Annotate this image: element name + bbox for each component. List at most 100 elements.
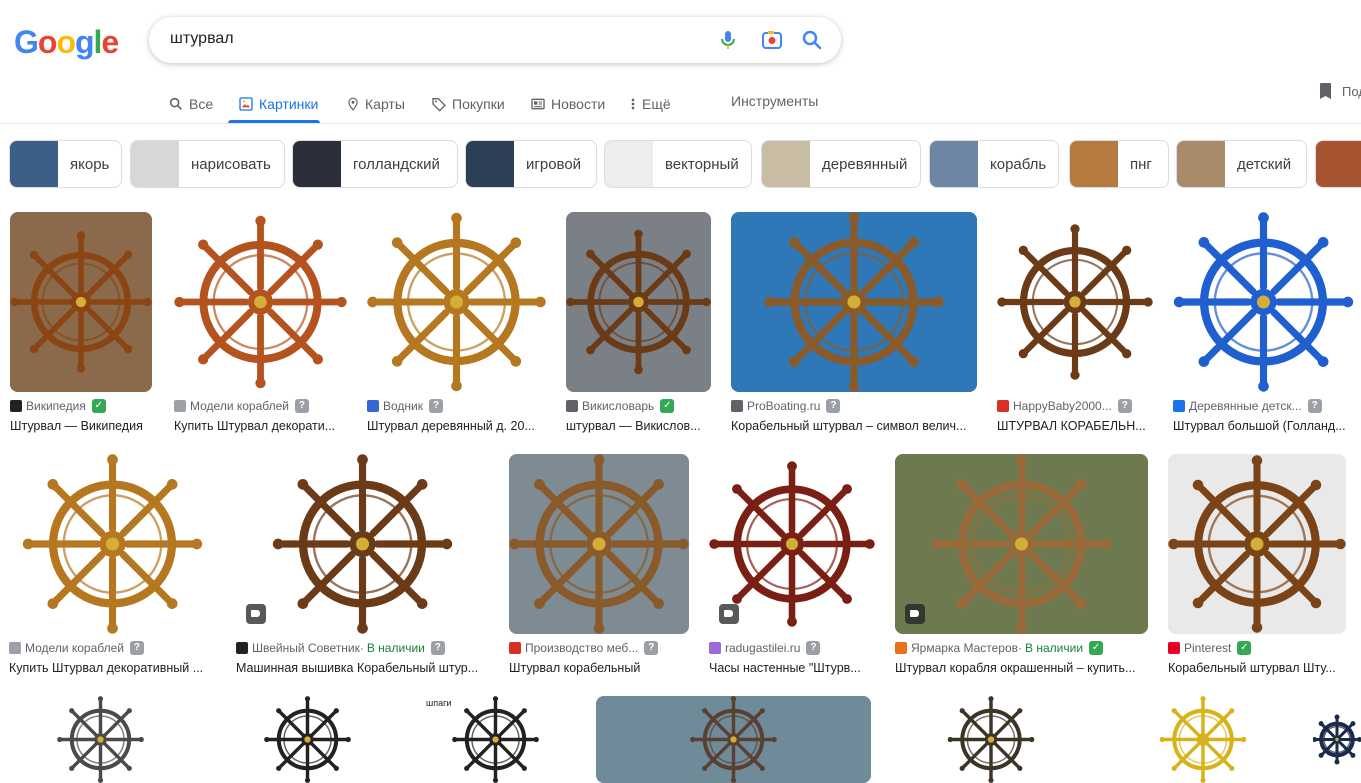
result-thumbnail[interactable] — [997, 212, 1153, 392]
news-icon — [531, 98, 545, 110]
about-result-icon[interactable]: ? — [806, 641, 821, 655]
result-source[interactable]: Швейный Советник · В наличии? — [236, 641, 445, 655]
verified-check-icon[interactable]: ✓ — [1237, 641, 1252, 655]
verified-check-icon[interactable]: ✓ — [91, 399, 106, 413]
result-title-link[interactable]: Купить Штурвал декоративный ... — [9, 661, 216, 675]
about-result-icon[interactable]: ? — [826, 399, 841, 413]
result-title-link[interactable]: ШТУРВАЛ КОРАБЕЛЬН... — [997, 419, 1153, 433]
source-name: Модели кораблей — [25, 641, 124, 655]
source-name: Википедия — [26, 399, 86, 413]
tab-more[interactable]: Ещё — [629, 86, 671, 122]
result-title-link[interactable]: Штурвал — Википедия — [10, 419, 152, 433]
verified-check-icon[interactable]: ✓ — [1089, 641, 1104, 655]
related-search-chip[interactable]: векторный — [604, 140, 752, 188]
tools-button[interactable]: Инструменты — [731, 93, 818, 109]
result-source[interactable]: Водник? — [367, 399, 443, 413]
about-result-icon[interactable]: ? — [294, 399, 309, 413]
chip-thumbnail — [293, 141, 341, 187]
result-thumbnail[interactable] — [213, 696, 402, 783]
result-thumbnail[interactable] — [9, 696, 192, 783]
result-source[interactable]: Деревянные детск...? — [1173, 399, 1322, 413]
result-source[interactable]: Производство меб...? — [509, 641, 659, 655]
result-title-link[interactable]: Часы настенные "Штурв... — [709, 661, 875, 675]
source-name: Модели кораблей — [190, 399, 289, 413]
result-thumbnail[interactable] — [1173, 212, 1354, 392]
related-search-chip[interactable]: нарисовать — [130, 140, 285, 188]
result-thumbnail[interactable] — [893, 696, 1089, 783]
result-title-link[interactable]: Штурвал корабля окрашенный – купить... — [895, 661, 1148, 675]
related-search-chip[interactable]: игровой — [465, 140, 597, 188]
chip-thumbnail — [131, 141, 179, 187]
result-source[interactable]: Ярмарка Мастеров · В наличии ✓ — [895, 641, 1104, 655]
result-source[interactable]: HappyBaby2000...? — [997, 399, 1132, 413]
tab-news[interactable]: Новости — [530, 86, 605, 122]
result-source[interactable]: Викисловарь ✓ — [566, 399, 675, 413]
related-search-chip[interactable]: корабль — [929, 140, 1059, 188]
result-title-link[interactable]: Корабельный штурвал – символ велич... — [731, 419, 977, 433]
result-source[interactable]: Модели кораблей? — [174, 399, 309, 413]
result-title-link[interactable]: штурвал — Викислов... — [566, 419, 711, 433]
related-search-chip[interactable]: пнг — [1069, 140, 1169, 188]
about-result-icon[interactable]: ? — [429, 399, 443, 413]
result-thumbnail[interactable] — [9, 454, 216, 634]
logo-letter: G — [14, 24, 39, 60]
tab-all[interactable]: Все — [168, 86, 213, 122]
saved-button[interactable]: Под — [1318, 82, 1361, 100]
result-thumbnail[interactable] — [509, 454, 689, 634]
microphone-icon[interactable] — [716, 28, 740, 52]
result-thumbnail[interactable] — [566, 212, 711, 392]
search-box[interactable]: штурвал — [149, 17, 841, 63]
tab-images[interactable]: Картинки — [238, 86, 318, 122]
related-search-chip[interactable]: деревянный — [761, 140, 921, 188]
ship-wheel-image — [1168, 454, 1346, 634]
ship-wheel-image — [895, 454, 1148, 634]
about-result-icon[interactable]: ? — [430, 641, 445, 655]
result-title-link[interactable]: Штурвал большой (Голланд... — [1173, 419, 1354, 433]
result-title-link[interactable]: Корабельный штурвал Шту... — [1168, 661, 1346, 675]
result-title-link[interactable]: Штурвал деревянный д. 20... — [367, 419, 546, 433]
chip-thumbnail — [10, 141, 58, 187]
result-thumbnail[interactable] — [1168, 454, 1346, 634]
tab-shopping[interactable]: Покупки — [431, 86, 505, 122]
result-source[interactable]: Pinterest ✓ — [1168, 641, 1252, 655]
result-thumbnail[interactable] — [1110, 696, 1296, 783]
result-thumbnail[interactable] — [236, 454, 489, 634]
about-result-icon[interactable]: ? — [644, 641, 659, 655]
related-search-chip[interactable]: якорь — [9, 140, 122, 188]
result-thumbnail[interactable] — [174, 212, 347, 392]
result-thumbnail[interactable] — [10, 212, 152, 392]
related-search-chip[interactable]: детский — [1176, 140, 1307, 188]
result-title-link[interactable]: Купить Штурвал декорати... — [174, 419, 347, 433]
result-source[interactable]: ProBoating.ru? — [731, 399, 841, 413]
tab-maps[interactable]: Карты — [346, 86, 405, 122]
result-thumbnail[interactable] — [367, 212, 546, 392]
about-result-icon[interactable]: ? — [1117, 399, 1132, 413]
result-title-link[interactable]: Штурвал корабельный — [509, 661, 689, 675]
google-logo[interactable]: Google — [14, 24, 119, 61]
result-source[interactable]: Модели кораблей? — [9, 641, 144, 655]
result-title-link[interactable]: Машинная вышивка Корабельный штур... — [236, 661, 489, 675]
result-source[interactable]: Википедия ✓ — [10, 399, 106, 413]
ship-wheel-image — [236, 454, 489, 634]
verified-check-icon[interactable]: ✓ — [660, 399, 675, 413]
result-thumbnail[interactable] — [709, 454, 875, 634]
source-separator: · — [1018, 641, 1023, 655]
related-search-chip[interactable] — [1315, 140, 1361, 188]
result-thumbnail[interactable] — [731, 212, 977, 392]
about-result-icon[interactable]: ? — [129, 641, 144, 655]
product-tag-icon — [719, 604, 739, 624]
chip-label: якорь — [70, 155, 110, 173]
source-name: HappyBaby2000... — [1013, 399, 1112, 413]
related-search-chip[interactable]: голландский — [292, 140, 458, 188]
search-icon[interactable] — [800, 28, 824, 52]
about-result-icon[interactable]: ? — [1307, 399, 1322, 413]
result-thumbnail[interactable] — [596, 696, 871, 783]
search-input[interactable]: штурвал — [170, 30, 234, 48]
chip-label: деревянный — [822, 155, 908, 173]
ship-wheel-image — [213, 696, 402, 783]
result-thumbnail[interactable]: шпаги — [418, 696, 573, 783]
result-thumbnail[interactable] — [895, 454, 1148, 634]
result-thumbnail[interactable] — [1313, 696, 1361, 783]
result-source[interactable]: radugastilei.ru? — [709, 641, 821, 655]
camera-lens-icon[interactable] — [760, 28, 784, 52]
